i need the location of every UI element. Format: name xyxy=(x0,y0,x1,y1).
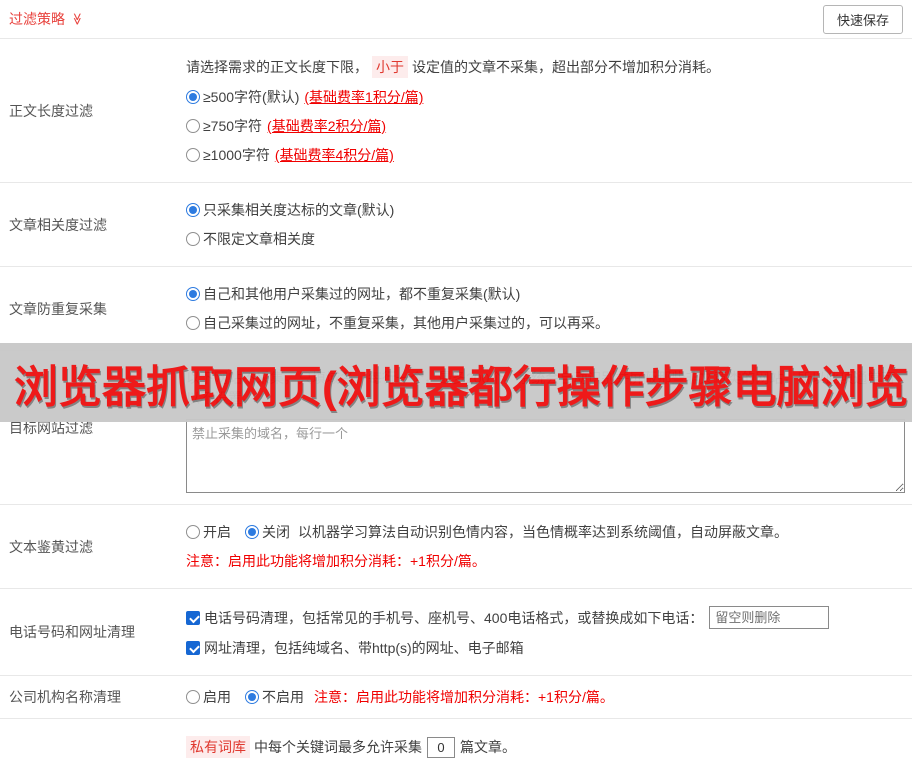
section-label: 文章防重复采集 xyxy=(9,300,107,317)
radio-icon[interactable] xyxy=(186,232,200,246)
radio-icon[interactable] xyxy=(186,316,200,330)
radio-icon[interactable] xyxy=(186,525,200,539)
section-relevance-filter: 文章相关度过滤 只采集相关度达标的文章(默认) 不限定文章相关度 xyxy=(0,183,912,267)
phone-cleanup-label: 电话号码清理，包括常见的手机号、座机号、400电话格式，或替换成如下电话： xyxy=(204,609,704,626)
length-option-750-note: (基础费率2积分/篇) xyxy=(267,118,387,134)
porn-note: 注意：启用此功能将增加积分消耗：+1积分/篇。 xyxy=(186,553,486,569)
section-content: 私有词库 中每个关键词最多允许采集 篇文章。 如果留空或设为0，则不限篇数。 如… xyxy=(186,719,912,768)
length-intro-highlight: 小于 xyxy=(372,56,408,78)
relevance-option-strict[interactable]: 只采集相关度达标的文章(默认) xyxy=(186,200,904,220)
company-cleanup-options: 启用 不启用 注意：启用此功能将增加积分消耗：+1积分/篇。 xyxy=(186,687,904,707)
length-option-500-label: ≥500字符(默认) xyxy=(203,89,300,105)
section-content: 自己和其他用户采集过的网址，都不重复采集(默认) 自己采集过的网址，不重复采集，… xyxy=(186,267,912,350)
dedup-option-global[interactable]: 自己和其他用户采集过的网址，都不重复采集(默认) xyxy=(186,284,904,304)
section-content: 开启 关闭 以机器学习算法自动识别色情内容，当色情概率达到系统阈值，自动屏蔽文章… xyxy=(186,505,912,588)
section-phone-url-cleanup: 电话号码和网址清理 电话号码清理，包括常见的手机号、座机号、400电话格式，或替… xyxy=(0,589,912,676)
top-bar: 过滤策略 ≫ 快速保存 xyxy=(0,0,912,39)
length-intro: 请选择需求的正文长度下限， 小于 设定值的文章不采集，超出部分不增加积分消耗。 xyxy=(186,56,904,78)
overlay-caption-banner: 浏览器抓取网页(浏览器都行操作步骤电脑浏览 xyxy=(0,343,912,422)
radio-icon[interactable] xyxy=(186,119,200,133)
porn-off-label[interactable]: 关闭 xyxy=(262,522,290,542)
url-cleanup-row: 网址清理，包括纯域名、带http(s)的网址、电子邮箱 xyxy=(186,638,904,658)
section-content: 只采集相关度达标的文章(默认) 不限定文章相关度 xyxy=(186,183,912,266)
length-option-750-label: ≥750字符 xyxy=(203,118,263,134)
section-company-name-cleanup: 公司机构名称清理 启用 不启用 注意：启用此功能将增加积分消耗：+1积分/篇。 xyxy=(0,676,912,719)
dedup-option-self-label: 自己采集过的网址，不重复采集，其他用户采集过的，可以再采。 xyxy=(203,315,609,331)
phone-cleanup-row: 电话号码清理，包括常见的手机号、座机号、400电话格式，或替换成如下电话： xyxy=(186,606,904,629)
overlay-caption-text: 浏览器抓取网页(浏览器都行操作步骤电脑浏览 xyxy=(14,362,909,412)
quick-save-button[interactable]: 快速保存 xyxy=(822,4,903,34)
keyword-limit-suffix: 篇文章。 xyxy=(460,739,516,755)
checkbox-icon[interactable] xyxy=(186,641,200,655)
radio-icon[interactable] xyxy=(186,203,200,217)
chevron-double-down-icon: ≫ xyxy=(70,12,85,26)
section-label: 文本鉴黄过滤 xyxy=(9,538,93,555)
dedup-option-self[interactable]: 自己采集过的网址，不重复采集，其他用户采集过的，可以再采。 xyxy=(186,313,904,333)
length-option-500-note: (基础费率1积分/篇) xyxy=(304,89,424,105)
page-title[interactable]: 过滤策略 ≫ xyxy=(9,9,84,29)
porn-desc: 以机器学习算法自动识别色情内容，当色情概率达到系统阈值，自动屏蔽文章。 xyxy=(298,524,788,540)
section-keyword-dedup: 关键词防重复采集 私有词库 中每个关键词最多允许采集 篇文章。 如果留空或设为0… xyxy=(0,719,912,768)
length-option-1000-note: (基础费率4积分/篇) xyxy=(274,147,394,163)
radio-icon[interactable] xyxy=(186,90,200,104)
dedup-option-global-label: 自己和其他用户采集过的网址，都不重复采集(默认) xyxy=(203,286,521,302)
section-dedup-collection: 文章防重复采集 自己和其他用户采集过的网址，都不重复采集(默认) 自己采集过的网… xyxy=(0,267,912,351)
page-title-label: 过滤策略 xyxy=(9,11,65,27)
checkbox-icon[interactable] xyxy=(186,610,200,625)
replacement-phone-input[interactable] xyxy=(709,606,830,629)
porn-on-label[interactable]: 开启 xyxy=(203,522,231,542)
porn-filter-options: 开启 关闭 以机器学习算法自动识别色情内容，当色情概率达到系统阈值，自动屏蔽文章… xyxy=(186,522,904,542)
company-off-label[interactable]: 不启用 xyxy=(262,687,304,707)
private-lexicon-badge[interactable]: 私有词库 xyxy=(186,736,250,758)
section-content: 电话号码清理，包括常见的手机号、座机号、400电话格式，或替换成如下电话： 网址… xyxy=(186,589,912,675)
keyword-count-input[interactable] xyxy=(427,736,455,758)
section-label: 文章相关度过滤 xyxy=(9,216,107,233)
section-body-length-filter: 正文长度过滤 请选择需求的正文长度下限， 小于 设定值的文章不采集，超出部分不增… xyxy=(0,39,912,183)
length-intro-post: 设定值的文章不采集，超出部分不增加积分消耗。 xyxy=(412,59,720,75)
length-option-1000-label: ≥1000字符 xyxy=(203,147,270,163)
section-content: 启用 不启用 注意：启用此功能将增加积分消耗：+1积分/篇。 xyxy=(186,676,912,718)
length-option-1000[interactable]: ≥1000字符 (基础费率4积分/篇) xyxy=(186,145,904,165)
url-cleanup-label: 网址清理，包括纯域名、带http(s)的网址、电子邮箱 xyxy=(204,640,524,656)
length-option-500[interactable]: ≥500字符(默认) (基础费率1积分/篇) xyxy=(186,87,904,107)
length-option-750[interactable]: ≥750字符 (基础费率2积分/篇) xyxy=(186,116,904,136)
blocked-domains-textarea[interactable] xyxy=(186,419,905,493)
relevance-option-strict-label: 只采集相关度达标的文章(默认) xyxy=(203,202,395,218)
keyword-limit-text: 中每个关键词最多允许采集 xyxy=(254,739,422,755)
relevance-option-any-label: 不限定文章相关度 xyxy=(203,231,315,247)
company-on-label[interactable]: 启用 xyxy=(203,687,231,707)
radio-icon[interactable] xyxy=(245,525,259,539)
filter-settings-page: 过滤策略 ≫ 快速保存 正文长度过滤 请选择需求的正文长度下限， 小于 设定值的… xyxy=(0,0,912,768)
radio-icon[interactable] xyxy=(186,690,200,704)
section-label: 电话号码和网址清理 xyxy=(9,624,135,640)
keyword-limit-row: 私有词库 中每个关键词最多允许采集 篇文章。 xyxy=(186,736,904,758)
radio-icon[interactable] xyxy=(245,690,259,704)
radio-icon[interactable] xyxy=(186,148,200,162)
section-content: 请选择需求的正文长度下限， 小于 设定值的文章不采集，超出部分不增加积分消耗。 … xyxy=(186,39,912,182)
section-label: 公司机构名称清理 xyxy=(9,689,121,705)
radio-icon[interactable] xyxy=(186,287,200,301)
relevance-option-any[interactable]: 不限定文章相关度 xyxy=(186,229,904,249)
length-intro-pre: 请选择需求的正文长度下限， xyxy=(186,59,368,75)
section-label: 正文长度过滤 xyxy=(9,102,93,119)
company-note: 注意：启用此功能将增加积分消耗：+1积分/篇。 xyxy=(314,689,614,705)
section-porn-filter: 文本鉴黄过滤 开启 关闭 以机器学习算法自动识别色情内容，当色情概率达到系统阈值… xyxy=(0,505,912,589)
